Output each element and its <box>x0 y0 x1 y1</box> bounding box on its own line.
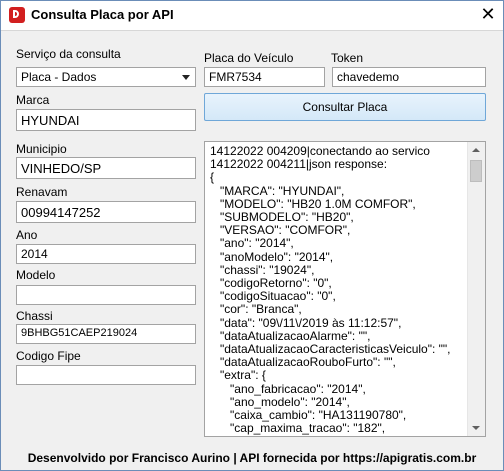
close-button[interactable]: ✕ <box>473 1 503 29</box>
response-log[interactable]: 14122022 004209|conectando ao servico 14… <box>204 141 486 437</box>
renavam-label: Renavam <box>16 185 68 199</box>
ano-field[interactable]: 2014 <box>16 244 196 264</box>
placa-label: Placa do Veículo <box>204 51 294 65</box>
servico-label: Serviço da consulta <box>16 47 121 61</box>
marca-field[interactable]: HYUNDAI <box>16 109 196 131</box>
main-window: Consulta Placa por API ✕ Serviço da cons… <box>0 0 504 471</box>
scroll-thumb[interactable] <box>470 160 482 182</box>
municipio-label: Municipio <box>16 142 67 156</box>
marca-label: Marca <box>16 93 50 107</box>
fipe-label: Codigo Fipe <box>16 349 81 363</box>
response-log-text[interactable]: 14122022 004209|conectando ao servico 14… <box>210 145 468 435</box>
modelo-field[interactable] <box>16 285 196 305</box>
scroll-down-icon[interactable] <box>472 426 480 430</box>
placa-input[interactable]: FMR7534 <box>204 67 325 87</box>
servico-select-value: Placa - Dados <box>21 70 97 84</box>
token-input[interactable]: chavedemo <box>332 67 486 87</box>
fipe-field[interactable] <box>16 365 196 385</box>
chevron-down-icon[interactable] <box>182 75 190 80</box>
app-d-icon <box>9 7 25 23</box>
window-title: Consulta Placa por API <box>31 7 174 22</box>
municipio-field[interactable]: VINHEDO/SP <box>16 157 196 179</box>
consultar-placa-button[interactable]: Consultar Placa <box>204 93 486 121</box>
chassi-label: Chassi <box>16 309 53 323</box>
title-bar: Consulta Placa por API ✕ <box>1 1 503 31</box>
servico-select[interactable]: Placa - Dados <box>16 67 196 87</box>
ano-label: Ano <box>16 228 38 242</box>
footer-credits: Desenvolvido por Francisco Aurino | API … <box>27 451 477 465</box>
modelo-label: Modelo <box>16 268 56 282</box>
log-scrollbar[interactable] <box>467 142 485 436</box>
scroll-up-icon[interactable] <box>472 148 480 152</box>
renavam-field[interactable]: 00994147252 <box>16 201 196 223</box>
token-label: Token <box>331 51 364 65</box>
chassi-field[interactable]: 9BHBG51CAEP219024 <box>16 324 196 344</box>
